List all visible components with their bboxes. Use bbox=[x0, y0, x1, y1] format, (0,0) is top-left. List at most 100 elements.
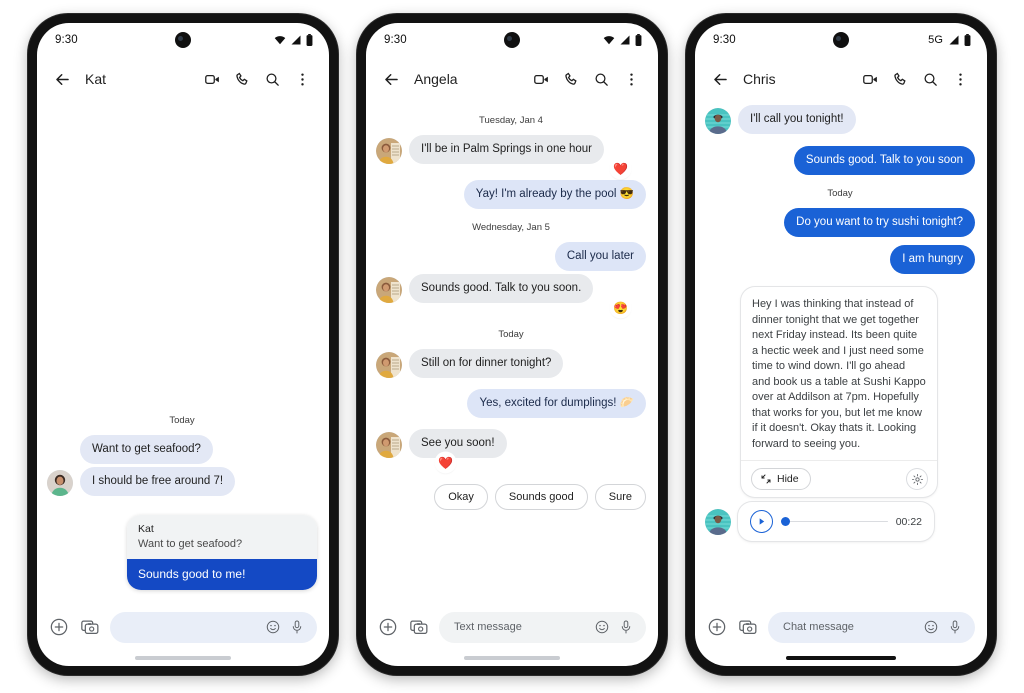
message-bubble-sent[interactable]: Call you later bbox=[554, 242, 646, 271]
composer-bar: Text message bbox=[366, 604, 658, 650]
message-row: Want to get seafood? bbox=[47, 435, 317, 464]
message-bubble-received[interactable]: I should be free around 7! bbox=[80, 467, 236, 496]
message-reaction[interactable]: 😍 bbox=[376, 298, 646, 317]
phone-angela: 9:30 Angela Tuesday, Jan 4 I'll be in Pa… bbox=[357, 14, 667, 675]
message-thread[interactable]: Tuesday, Jan 4 I'll be in Palm Springs i… bbox=[366, 101, 658, 604]
more-options-icon[interactable] bbox=[616, 65, 646, 93]
emoji-icon[interactable] bbox=[263, 617, 283, 637]
phone-call-icon[interactable] bbox=[556, 65, 586, 93]
message-bubble-sent[interactable]: I am hungry bbox=[890, 245, 975, 274]
message-reaction[interactable]: ❤️ bbox=[376, 453, 646, 472]
back-arrow-icon[interactable] bbox=[49, 66, 75, 92]
suggestion-chip[interactable]: Okay bbox=[434, 484, 488, 510]
message-thread[interactable]: I'll call you tonight! Sounds good. Talk… bbox=[695, 101, 987, 604]
seek-knob[interactable] bbox=[781, 517, 790, 526]
app-bar: Angela bbox=[366, 57, 658, 101]
message-input-placeholder: Text message bbox=[454, 621, 522, 633]
more-options-icon[interactable] bbox=[287, 65, 317, 93]
message-row: Still on for dinner tonight? bbox=[376, 349, 646, 378]
avatar bbox=[705, 508, 731, 535]
battery-icon bbox=[306, 34, 313, 46]
back-arrow-icon[interactable] bbox=[707, 66, 733, 92]
reply-preview-card[interactable]: Kat Want to get seafood? Sounds good to … bbox=[127, 515, 317, 590]
status-indicators bbox=[274, 34, 313, 46]
add-icon[interactable] bbox=[377, 616, 399, 638]
message-input-field[interactable] bbox=[110, 611, 317, 643]
message-bubble-sent[interactable]: Sounds good. Talk to you soon bbox=[793, 146, 975, 175]
date-divider: Wednesday, Jan 5 bbox=[472, 222, 550, 233]
home-indicator[interactable] bbox=[464, 656, 560, 660]
long-message-text: Hey I was thinking that instead of dinne… bbox=[752, 298, 926, 450]
message-input-field[interactable]: Text message bbox=[439, 611, 646, 643]
status-indicators: 5G bbox=[928, 34, 971, 46]
video-call-icon[interactable] bbox=[197, 65, 227, 93]
gear-icon[interactable] bbox=[907, 469, 927, 489]
status-bar: 9:30 bbox=[37, 23, 329, 57]
message-bubble-sent[interactable]: Do you want to try sushi tonight? bbox=[784, 208, 975, 237]
microphone-icon[interactable] bbox=[945, 617, 965, 637]
home-indicator[interactable] bbox=[786, 656, 896, 660]
quoted-sender-name: Kat bbox=[138, 523, 154, 535]
app-bar-actions bbox=[855, 65, 975, 93]
camera-punch-hole bbox=[833, 32, 849, 48]
suggestion-chip[interactable]: Sure bbox=[594, 484, 646, 510]
message-input-placeholder: Chat message bbox=[783, 621, 854, 633]
status-time: 9:30 bbox=[713, 34, 736, 46]
battery-icon bbox=[635, 34, 642, 46]
gallery-camera-icon[interactable] bbox=[737, 616, 759, 638]
audio-duration: 00:22 bbox=[895, 515, 922, 528]
emoji-icon[interactable] bbox=[921, 617, 941, 637]
message-bubble-received[interactable]: Still on for dinner tonight? bbox=[409, 349, 564, 378]
message-row: I should be free around 7! bbox=[47, 467, 317, 496]
message-bubble-sent[interactable]: Yes, excited for dumplings! 🥟 bbox=[467, 389, 646, 418]
message-bubble-sent[interactable]: Yay! I'm already by the pool 😎 bbox=[463, 180, 646, 209]
message-row: Yes, excited for dumplings! 🥟 bbox=[376, 389, 646, 418]
audio-seek-bar[interactable] bbox=[781, 517, 888, 527]
microphone-icon[interactable] bbox=[616, 617, 636, 637]
gallery-camera-icon[interactable] bbox=[408, 616, 430, 638]
add-icon[interactable] bbox=[48, 616, 70, 638]
emoji-icon[interactable] bbox=[592, 617, 612, 637]
gesture-nav-bar bbox=[695, 650, 987, 666]
search-icon[interactable] bbox=[257, 65, 287, 93]
reaction-emoji: 😍 bbox=[611, 298, 630, 317]
phone-call-icon[interactable] bbox=[227, 65, 257, 93]
video-call-icon[interactable] bbox=[855, 65, 885, 93]
date-divider: Tuesday, Jan 4 bbox=[479, 115, 543, 126]
phone-screen: 9:30 5G Chris I'll call you tonight! Sou… bbox=[695, 23, 987, 666]
message-row: Call you later bbox=[376, 242, 646, 271]
signal-icon bbox=[290, 34, 302, 46]
microphone-icon[interactable] bbox=[287, 617, 307, 637]
video-call-icon[interactable] bbox=[526, 65, 556, 93]
message-bubble-received[interactable]: I'll call you tonight! bbox=[738, 105, 856, 134]
message-bubble-received[interactable]: Want to get seafood? bbox=[80, 435, 213, 464]
phone-call-icon[interactable] bbox=[885, 65, 915, 93]
message-reaction[interactable]: ❤️ bbox=[376, 159, 646, 178]
network-type-label: 5G bbox=[928, 34, 943, 46]
message-row: I'll call you tonight! bbox=[705, 105, 975, 134]
back-arrow-icon[interactable] bbox=[378, 66, 404, 92]
gallery-camera-icon[interactable] bbox=[79, 616, 101, 638]
quoted-message-text: Want to get seafood? bbox=[138, 538, 243, 550]
audio-player[interactable]: 00:22 bbox=[738, 502, 934, 541]
wifi-icon bbox=[603, 34, 615, 46]
search-icon[interactable] bbox=[915, 65, 945, 93]
play-icon[interactable] bbox=[750, 510, 773, 533]
reply-answer-text[interactable]: Sounds good to me! bbox=[127, 559, 317, 590]
hide-button[interactable]: Hide bbox=[751, 468, 811, 490]
more-options-icon[interactable] bbox=[945, 65, 975, 93]
status-time: 9:30 bbox=[384, 34, 407, 46]
avatar bbox=[705, 108, 731, 134]
camera-punch-hole bbox=[175, 32, 191, 48]
message-input-field[interactable]: Chat message bbox=[768, 611, 975, 643]
message-thread[interactable]: Today Want to get seafood? I should be f… bbox=[37, 101, 329, 604]
add-icon[interactable] bbox=[706, 616, 728, 638]
composer-bar: Chat message bbox=[695, 604, 987, 650]
home-indicator[interactable] bbox=[135, 656, 231, 660]
expanded-long-message-card[interactable]: Hey I was thinking that instead of dinne… bbox=[741, 287, 937, 497]
suggestion-chip[interactable]: Sounds good bbox=[494, 484, 588, 510]
signal-icon bbox=[619, 34, 631, 46]
search-icon[interactable] bbox=[586, 65, 616, 93]
phone-kat: 9:30 Kat Today Want to get seafood? I sh… bbox=[28, 14, 338, 675]
app-bar: Kat bbox=[37, 57, 329, 101]
